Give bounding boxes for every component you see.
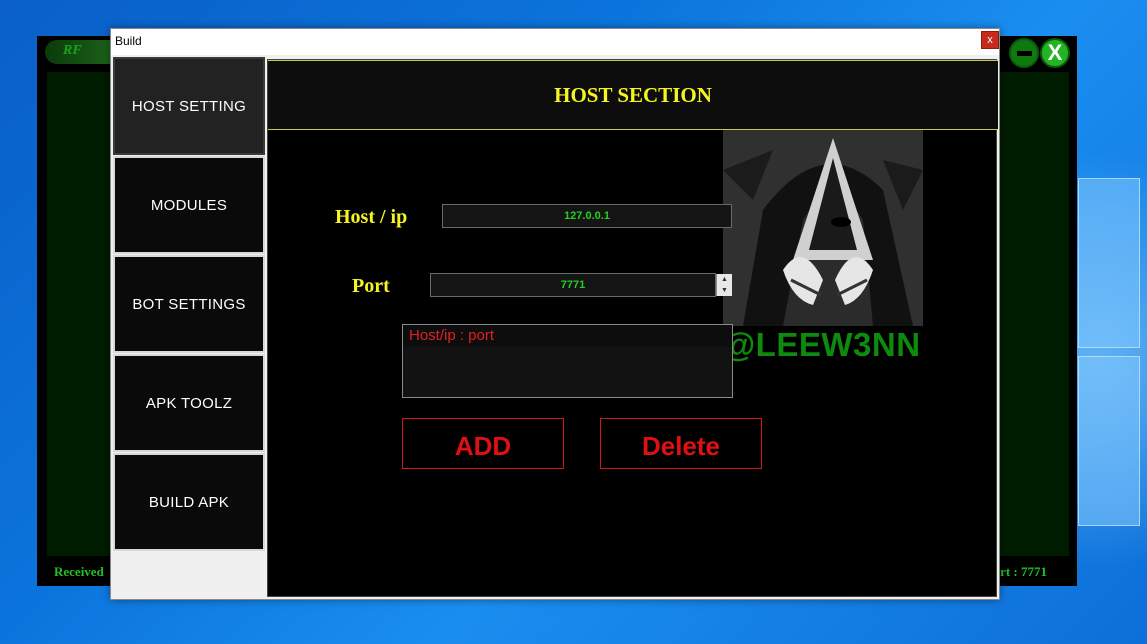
watermark-text: @LEEW3NN	[723, 326, 921, 363]
close-app-button[interactable]: X	[1040, 38, 1070, 68]
minimize-icon[interactable]	[1009, 38, 1039, 68]
dialog-close-button[interactable]: x	[981, 31, 999, 49]
build-dialog: Build x HOST SETTING MODULES BOT SETTING…	[110, 28, 1000, 600]
sidebar-item-modules[interactable]: MODULES	[113, 156, 265, 254]
status-received: Received	[54, 564, 104, 579]
host-label: Host / ip	[335, 206, 408, 228]
dialog-titlebar[interactable]: Build x	[111, 29, 999, 55]
desktop-logo-pane	[1078, 356, 1140, 526]
stepper-up-icon[interactable]: ▲	[717, 274, 732, 285]
build-sidebar: HOST SETTING MODULES BOT SETTINGS APK TO…	[113, 57, 265, 599]
list-item[interactable]: Host/ip : port	[403, 325, 732, 347]
stepper-down-icon[interactable]: ▼	[717, 285, 732, 296]
sidebar-item-host-setting[interactable]: HOST SETTING	[113, 57, 265, 155]
sidebar-item-apk-toolz[interactable]: APK TOOLZ	[113, 354, 265, 452]
status-port: rt : 7771	[1000, 564, 1047, 579]
host-section-panel: HOST SECTION @LEEW3NN Host / ip 127.0.0.…	[267, 59, 998, 597]
sidebar-item-bot-settings[interactable]: BOT SETTINGS	[113, 255, 265, 353]
anime-figure-icon	[723, 130, 923, 326]
background-panel-left	[47, 72, 117, 556]
port-label: Port	[352, 275, 390, 297]
avatar-image	[723, 130, 923, 326]
dialog-title: Build	[115, 34, 142, 48]
add-button[interactable]: ADD	[402, 418, 564, 469]
port-input[interactable]: 7771	[430, 273, 716, 297]
background-panel-right	[999, 72, 1069, 556]
section-title: HOST SECTION	[268, 60, 998, 130]
sidebar-item-build-apk[interactable]: BUILD APK	[113, 453, 265, 551]
host-input[interactable]: 127.0.0.1	[442, 204, 732, 228]
desktop-logo-pane	[1078, 178, 1140, 348]
host-list[interactable]: Host/ip : port	[402, 324, 733, 398]
port-stepper[interactable]: ▲ ▼	[716, 274, 732, 296]
delete-button[interactable]: Delete	[600, 418, 762, 469]
